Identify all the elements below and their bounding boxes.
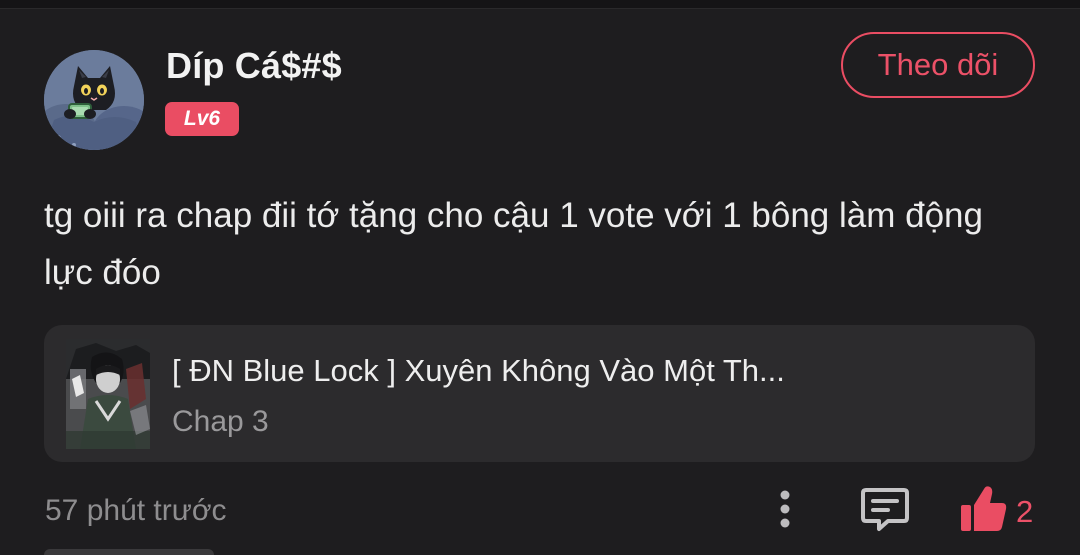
like-button[interactable] — [955, 481, 1011, 537]
reply-button[interactable] — [858, 484, 912, 534]
more-options-button[interactable] — [765, 484, 805, 534]
comment-reply-icon — [861, 488, 909, 531]
chapter-label: Chap 3 — [172, 405, 269, 438]
more-vertical-icon — [780, 490, 790, 528]
top-divider — [0, 0, 1080, 9]
comment-timestamp: 57 phút trước — [45, 494, 227, 527]
comment-text: tg oiii ra chap đii tớ tặng cho cậu 1 vo… — [44, 196, 983, 292]
manga-cover-image-icon — [66, 339, 150, 449]
username[interactable]: Díp Cá$#$ — [166, 45, 342, 87]
level-badge: Lv6 — [165, 102, 239, 136]
black-cat-avatar-icon — [44, 50, 144, 150]
next-item-edge — [44, 549, 214, 555]
story-cover-image — [66, 339, 150, 449]
follow-button[interactable]: Theo dõi — [841, 32, 1035, 98]
thumbs-up-icon — [961, 486, 1007, 531]
user-avatar[interactable] — [44, 50, 144, 150]
story-chapter-card[interactable]: [ ĐN Blue Lock ] Xuyên Không Vào Một Th.… — [44, 325, 1035, 462]
story-title: [ ĐN Blue Lock ] Xuyên Không Vào Một Th.… — [172, 353, 785, 388]
comment-screen: Díp Cá$#$ Lv6 Theo dõi tg oiii ra chap đ… — [0, 0, 1080, 555]
like-count: 2 — [1016, 494, 1034, 529]
